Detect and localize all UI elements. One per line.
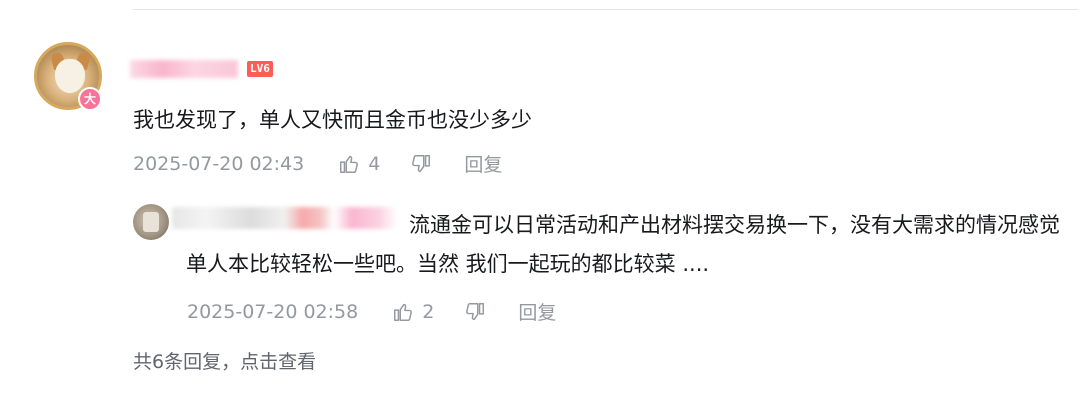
reply-reply-button[interactable]: 回复 [518, 298, 556, 325]
dog-face [55, 59, 85, 93]
comment-text: 我也发现了，单人又快而且金币也没少多少 [133, 108, 532, 132]
thumbs-down-icon[interactable] [464, 301, 486, 323]
thumbs-up-icon[interactable] [338, 153, 360, 175]
username-redacted[interactable] [130, 60, 238, 78]
reply-like-count: 2 [422, 300, 435, 323]
avatar-badge: 大 [78, 87, 102, 111]
comment-meta: 2025-07-20 02:43 4 回复 [133, 150, 502, 177]
thumbs-up-icon[interactable] [392, 301, 414, 323]
like-count: 4 [368, 152, 381, 175]
reply-avatar-figure [143, 212, 159, 232]
comment-time: 2025-07-20 02:43 [133, 152, 305, 175]
view-more-replies-link[interactable]: 共6条回复，点击查看 [133, 347, 316, 374]
reply-time: 2025-07-20 02:58 [187, 300, 359, 323]
level-badge: LV6 [247, 61, 273, 77]
reply-user-avatar[interactable] [133, 204, 169, 240]
top-divider [133, 9, 1078, 10]
reply-text: 流通金可以日常活动和产出材料摆交易换一下，没有大需求的情况感觉单人本比较轻松一些… [186, 213, 1060, 276]
reply-meta: 2025-07-20 02:58 2 回复 [187, 298, 556, 325]
thumbs-down-icon[interactable] [410, 153, 432, 175]
reply-button[interactable]: 回复 [464, 150, 502, 177]
